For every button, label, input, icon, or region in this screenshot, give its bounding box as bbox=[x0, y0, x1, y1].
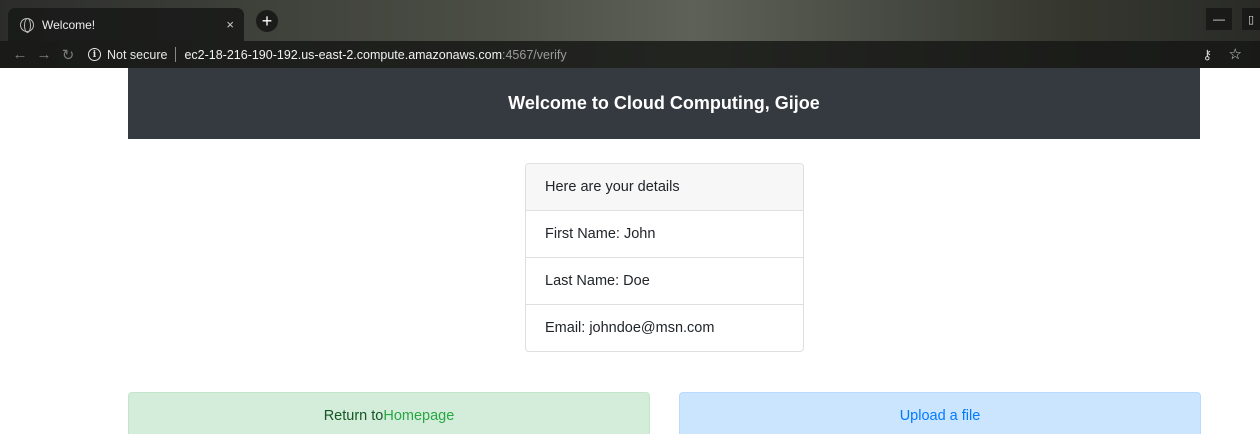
info-icon[interactable]: i bbox=[88, 48, 101, 61]
address-bar[interactable]: i Not secure ec2-18-216-190-192.us-east-… bbox=[88, 41, 567, 68]
details-card-header: Here are your details bbox=[526, 164, 803, 211]
url-host[interactable]: ec2-18-216-190-192.us-east-2.compute.ama… bbox=[184, 48, 502, 62]
first-name-item: First Name: John bbox=[526, 211, 803, 258]
star-icon[interactable]: ☆ bbox=[1229, 45, 1242, 63]
page-content: Welcome to Cloud Computing, Gijoe Here a… bbox=[0, 68, 1260, 434]
address-separator bbox=[175, 47, 177, 62]
security-label[interactable]: Not secure bbox=[107, 48, 167, 62]
details-card: Here are your details First Name: John L… bbox=[525, 163, 804, 352]
page-title: Welcome to Cloud Computing, Gijoe bbox=[508, 93, 820, 113]
browser-tab[interactable]: Welcome! × bbox=[8, 8, 244, 41]
key-icon[interactable]: ⚷ bbox=[1202, 47, 1212, 63]
homepage-link[interactable]: Homepage bbox=[383, 408, 454, 424]
last-name-item: Last Name: Doe bbox=[526, 258, 803, 305]
page-header: Welcome to Cloud Computing, Gijoe bbox=[128, 68, 1200, 139]
minimize-button[interactable]: — bbox=[1206, 8, 1232, 30]
globe-icon bbox=[20, 17, 34, 33]
return-home-alert: Return to Homepage bbox=[128, 392, 650, 434]
back-arrow-icon[interactable]: ← bbox=[8, 46, 32, 63]
forward-arrow-icon[interactable]: → bbox=[32, 46, 56, 63]
tab-strip: Welcome! × + — ▯ bbox=[0, 0, 1260, 41]
new-tab-button[interactable]: + bbox=[256, 10, 278, 32]
browser-chrome: Welcome! × + — ▯ ← → ↻ i Not secure ec2-… bbox=[0, 0, 1260, 68]
upload-file-link[interactable]: Upload a file bbox=[679, 392, 1201, 434]
close-icon[interactable]: × bbox=[226, 17, 234, 32]
return-prefix-text: Return to bbox=[323, 408, 384, 424]
email-item: Email: johndoe@msn.com bbox=[545, 320, 715, 336]
url-path[interactable]: :4567/verify bbox=[502, 48, 567, 62]
reload-icon[interactable]: ↻ bbox=[56, 46, 80, 64]
tab-title: Welcome! bbox=[42, 17, 96, 32]
browser-toolbar: ← → ↻ i Not secure ec2-18-216-190-192.us… bbox=[0, 41, 1260, 68]
window-control-edge[interactable]: ▯ bbox=[1242, 8, 1260, 30]
